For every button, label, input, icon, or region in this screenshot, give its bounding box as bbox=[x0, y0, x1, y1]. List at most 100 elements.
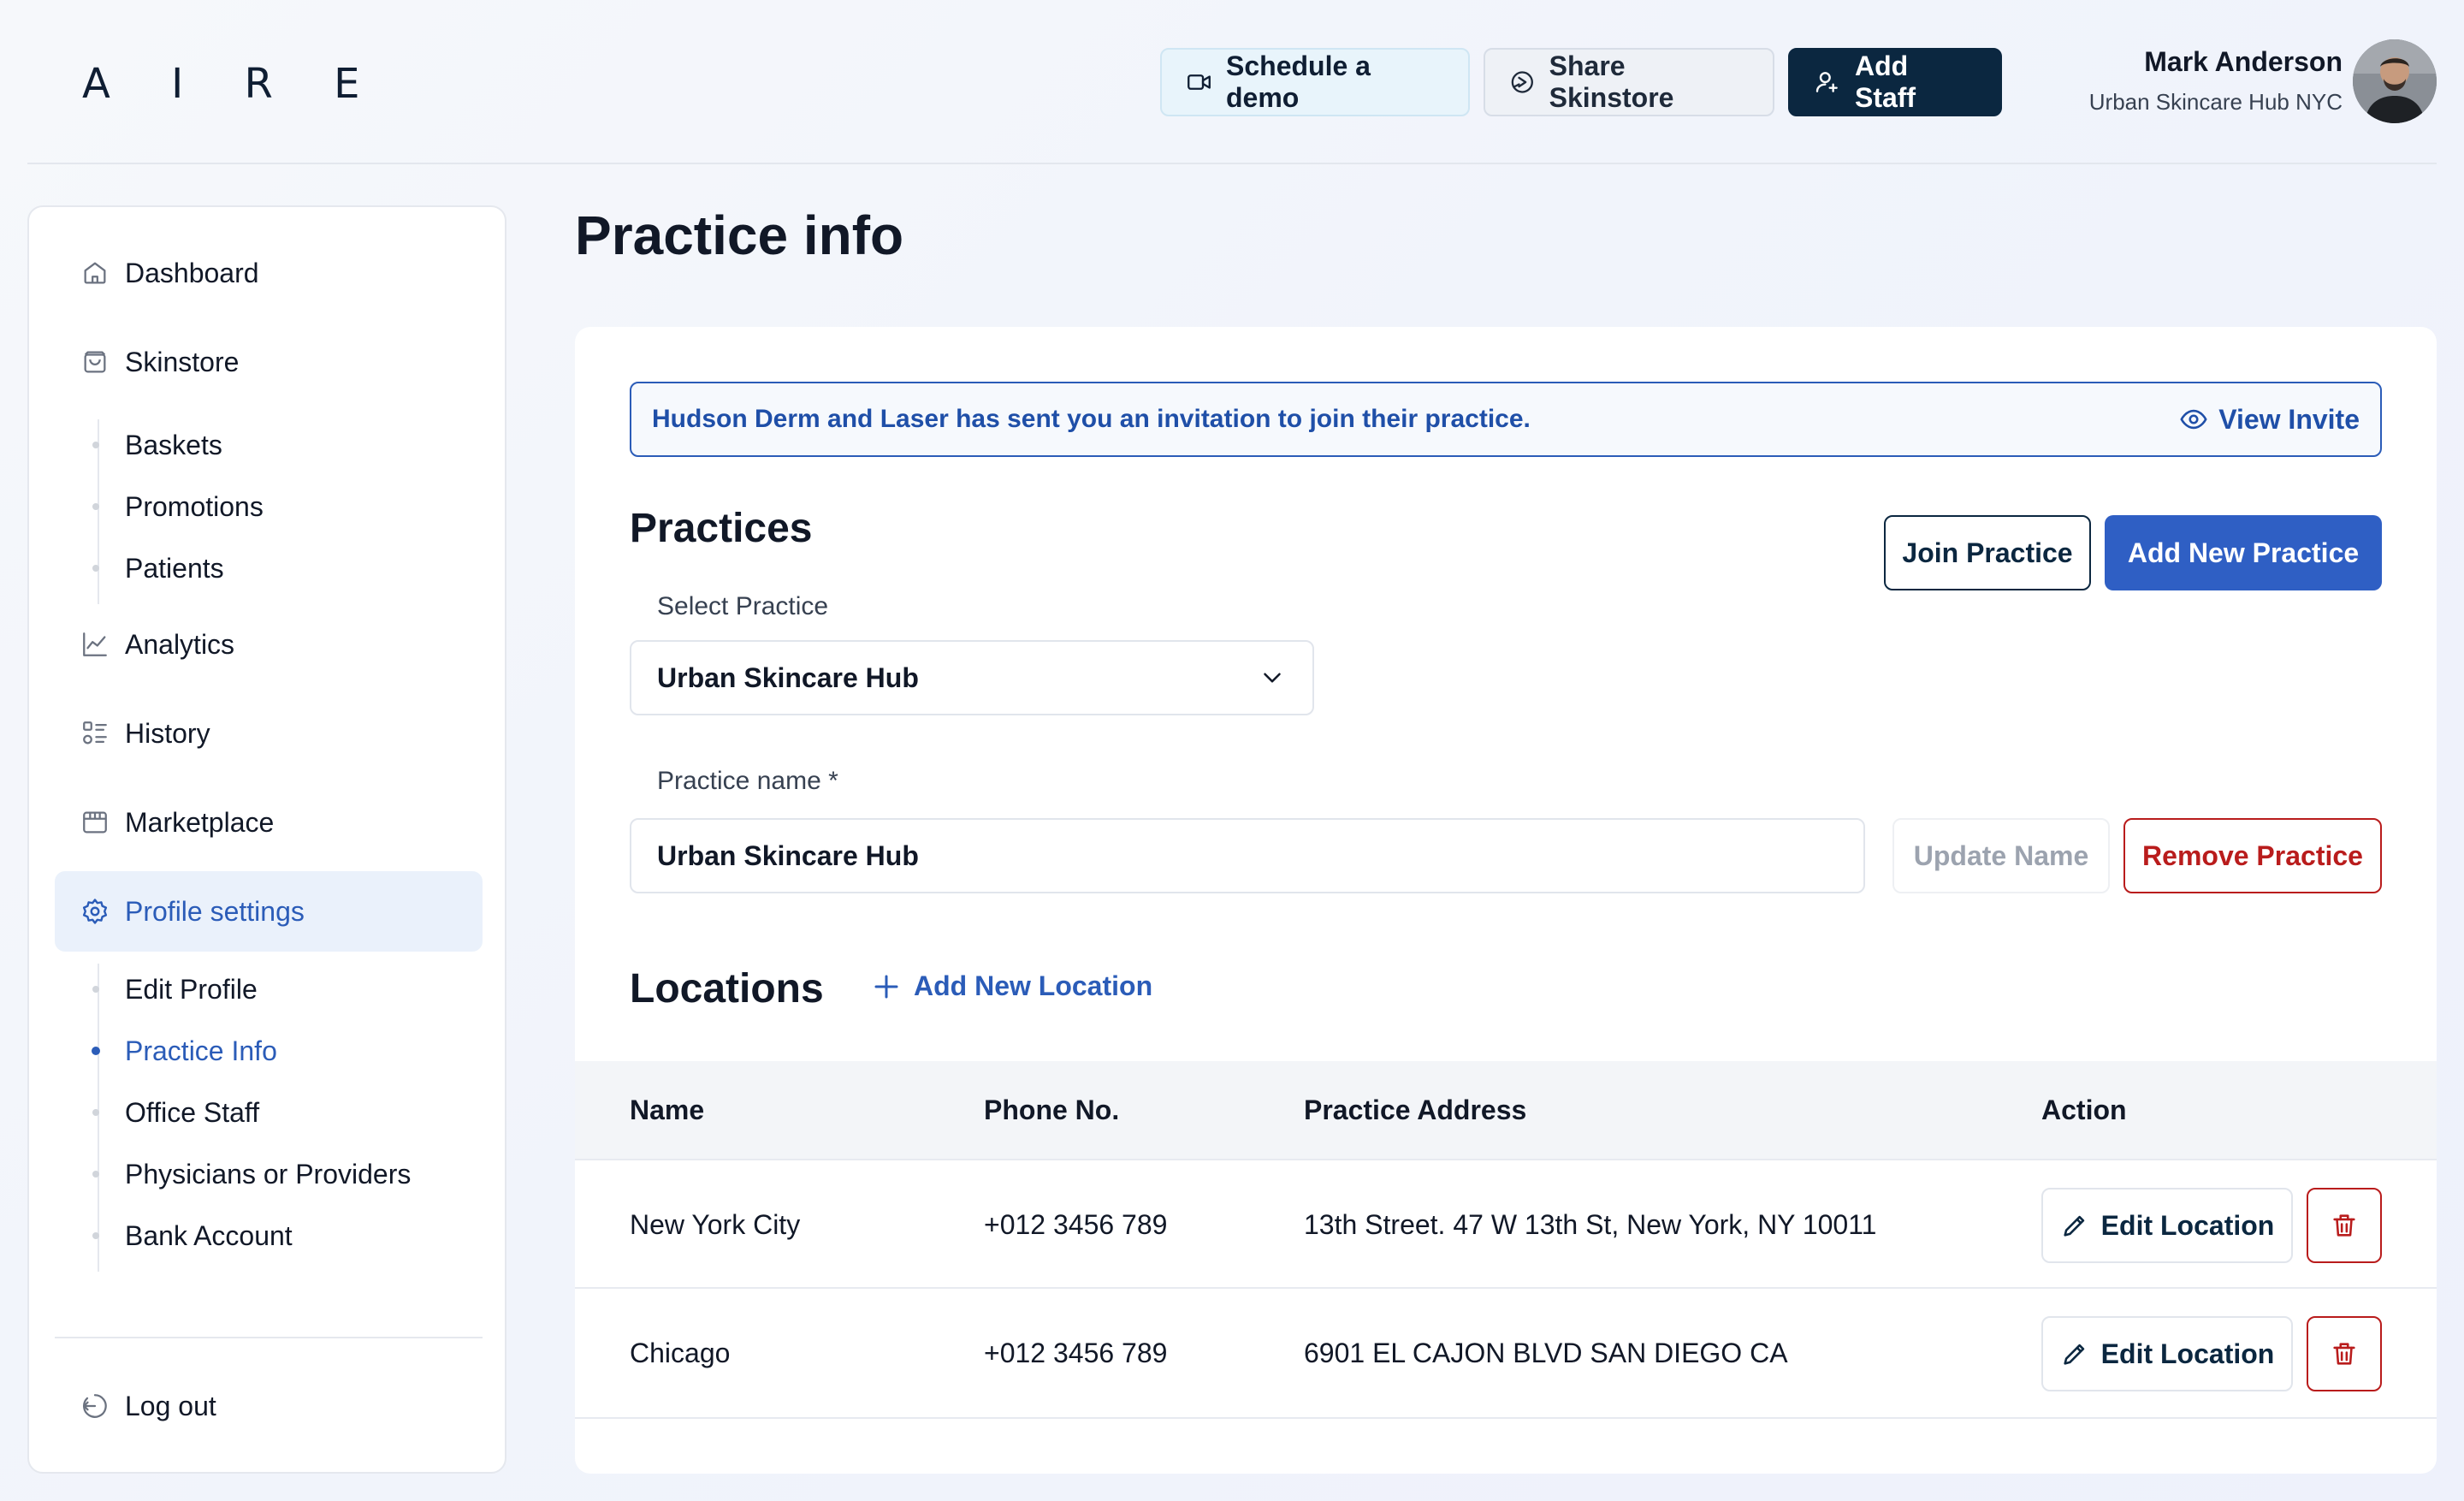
table-row: Chicago +012 3456 789 6901 EL CAJON BLVD… bbox=[575, 1289, 2437, 1419]
submenu-dot bbox=[92, 442, 99, 448]
edit-location-button[interactable]: Edit Location bbox=[2041, 1316, 2293, 1391]
location-name: New York City bbox=[630, 1208, 801, 1240]
view-invite-label: View Invite bbox=[2218, 403, 2360, 435]
submenu-item-bank-account[interactable]: Bank Account bbox=[92, 1210, 293, 1261]
sidebar-item-label: Dashboard bbox=[125, 257, 259, 288]
delete-location-button[interactable] bbox=[2307, 1316, 2382, 1391]
sidebar-item-profile-settings[interactable]: Profile settings bbox=[55, 871, 483, 952]
location-name: Chicago bbox=[630, 1337, 731, 1368]
plus-icon bbox=[874, 975, 898, 998]
add-new-practice-button[interactable]: Add New Practice bbox=[2105, 515, 2382, 590]
submenu-item-patients[interactable]: Patients bbox=[92, 543, 224, 594]
column-header-name: Name bbox=[630, 1094, 705, 1125]
submenu-dot-active bbox=[92, 1047, 100, 1055]
avatar-image bbox=[2353, 39, 2437, 123]
sidebar-item-label: Marketplace bbox=[125, 806, 275, 838]
practice-select[interactable]: Urban Skincare Hub bbox=[630, 640, 1314, 715]
locations-heading: Locations bbox=[630, 966, 824, 1012]
submenu-item-practice-info[interactable]: Practice Info bbox=[92, 1025, 277, 1077]
sidebar-item-label: Skinstore bbox=[125, 346, 240, 377]
sidebar-item-history[interactable]: History bbox=[55, 693, 483, 774]
edit-location-label: Edit Location bbox=[2100, 1209, 2275, 1241]
invitation-banner: Hudson Derm and Laser has sent you an in… bbox=[630, 382, 2382, 457]
gear-icon bbox=[82, 899, 108, 924]
column-header-action: Action bbox=[2041, 1094, 2127, 1125]
submenu-dot bbox=[92, 986, 99, 993]
practice-name-label: Practice name * bbox=[657, 767, 838, 795]
edit-location-button[interactable]: Edit Location bbox=[2041, 1188, 2293, 1263]
add-staff-button[interactable]: Add Staff bbox=[1788, 48, 2002, 116]
video-camera-icon bbox=[1188, 74, 1211, 90]
practices-heading: Practices bbox=[630, 506, 813, 551]
sidebar-item-dashboard[interactable]: Dashboard bbox=[55, 233, 483, 313]
practice-name-input[interactable] bbox=[630, 818, 1865, 893]
column-header-phone: Phone No. bbox=[984, 1094, 1120, 1125]
store-icon bbox=[83, 811, 107, 834]
submenu-dot bbox=[92, 1232, 99, 1239]
join-practice-button[interactable]: Join Practice bbox=[1884, 515, 2091, 590]
page-title: Practice info bbox=[575, 205, 904, 266]
chevron-down-icon bbox=[1264, 673, 1281, 683]
column-header-address: Practice Address bbox=[1304, 1094, 1527, 1125]
location-phone: +012 3456 789 bbox=[984, 1208, 1168, 1240]
user-avatar[interactable] bbox=[2353, 39, 2437, 123]
edit-location-label: Edit Location bbox=[2100, 1338, 2275, 1369]
submenu-item-edit-profile[interactable]: Edit Profile bbox=[92, 964, 258, 1015]
user-organization: Urban Skincare Hub NYC bbox=[2088, 89, 2343, 115]
submenu-label: Physicians or Providers bbox=[125, 1158, 412, 1190]
pencil-icon bbox=[2064, 1344, 2084, 1365]
submenu-item-baskets[interactable]: Baskets bbox=[92, 419, 222, 471]
submenu-label: Promotions bbox=[125, 490, 264, 522]
top-header: A I R E Schedule a demo Share Skinstore … bbox=[27, 0, 2437, 164]
schedule-demo-label: Schedule a demo bbox=[1226, 50, 1371, 113]
sidebar-item-label: Profile settings bbox=[125, 895, 305, 927]
submenu-label: Office Staff bbox=[125, 1096, 260, 1128]
sidebar: Dashboard Skinstore Baskets Promotions P… bbox=[27, 205, 506, 1474]
locations-table: Name Phone No. Practice Address Action N… bbox=[575, 1061, 2437, 1419]
sidebar-item-skinstore[interactable]: Skinstore bbox=[55, 322, 483, 402]
submenu-label: Baskets bbox=[125, 429, 222, 460]
submenu-dot bbox=[92, 1171, 99, 1178]
logout-button[interactable]: Log out bbox=[55, 1366, 483, 1446]
sidebar-divider bbox=[55, 1337, 483, 1338]
select-practice-label: Select Practice bbox=[657, 592, 829, 620]
trash-icon bbox=[2333, 1343, 2355, 1365]
list-icon bbox=[83, 721, 107, 745]
logout-label: Log out bbox=[125, 1390, 216, 1421]
share-icon bbox=[1511, 71, 1533, 93]
view-invite-link[interactable]: View Invite bbox=[2179, 404, 2360, 436]
practice-info-card: Hudson Derm and Laser has sent you an in… bbox=[575, 327, 2437, 1474]
eye-icon bbox=[2180, 409, 2207, 430]
practice-select-value: Urban Skincare Hub bbox=[657, 662, 919, 693]
add-new-location-link[interactable]: Add New Location bbox=[871, 970, 1152, 1002]
chart-icon bbox=[83, 632, 107, 656]
location-address: 13th Street. 47 W 13th St, New York, NY … bbox=[1304, 1208, 1877, 1240]
bag-icon bbox=[84, 351, 106, 373]
share-skinstore-label: Share Skinstore bbox=[1549, 50, 1674, 113]
submenu-label: Edit Profile bbox=[125, 973, 258, 1005]
submenu-label: Patients bbox=[125, 552, 224, 584]
submenu-dot bbox=[92, 503, 99, 510]
trash-icon bbox=[2333, 1214, 2355, 1237]
sidebar-item-marketplace[interactable]: Marketplace bbox=[55, 782, 483, 863]
remove-practice-button[interactable]: Remove Practice bbox=[2123, 818, 2382, 893]
invitation-text: Hudson Derm and Laser has sent you an in… bbox=[652, 405, 1531, 433]
aire-logo[interactable]: A I R E bbox=[82, 60, 383, 108]
share-skinstore-button[interactable]: Share Skinstore bbox=[1484, 48, 1774, 116]
submenu-label: Bank Account bbox=[125, 1219, 293, 1251]
sidebar-item-analytics[interactable]: Analytics bbox=[55, 604, 483, 685]
location-address: 6901 EL CAJON BLVD SAN DIEGO CA bbox=[1304, 1337, 1788, 1368]
location-phone: +012 3456 789 bbox=[984, 1337, 1168, 1368]
submenu-dot bbox=[92, 565, 99, 572]
sidebar-item-label: Analytics bbox=[125, 628, 235, 660]
submenu-item-physicians[interactable]: Physicians or Providers bbox=[92, 1148, 412, 1200]
table-header: Name Phone No. Practice Address Action bbox=[575, 1061, 2437, 1159]
submenu-label: Practice Info bbox=[125, 1035, 277, 1066]
submenu-item-office-staff[interactable]: Office Staff bbox=[92, 1087, 260, 1138]
home-icon bbox=[84, 262, 106, 284]
update-name-button[interactable]: Update Name bbox=[1892, 818, 2110, 893]
delete-location-button[interactable] bbox=[2307, 1188, 2382, 1263]
submenu-dot bbox=[92, 1109, 99, 1116]
submenu-item-promotions[interactable]: Promotions bbox=[92, 481, 264, 532]
schedule-demo-button[interactable]: Schedule a demo bbox=[1160, 48, 1470, 116]
